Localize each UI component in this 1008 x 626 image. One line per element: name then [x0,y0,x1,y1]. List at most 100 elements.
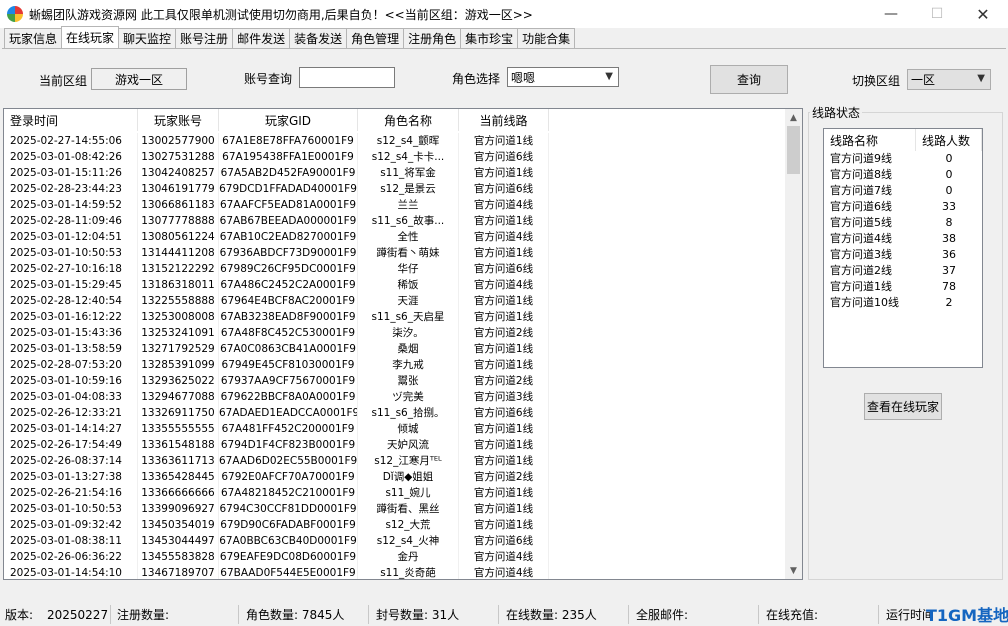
table-row[interactable]: 2025-02-26-17:54:49 13361548188 6794D1F4CF… [4,437,549,453]
column-header[interactable]: 当前线路 [459,109,549,131]
table-row[interactable]: 2025-03-01-12:04:51 13080561224 67AB10C2EA… [4,229,549,245]
list-item[interactable]: 官方问道1线 78 [824,279,982,295]
scroll-down-icon[interactable]: ▼ [785,562,802,579]
account-query-input[interactable] [299,67,395,88]
view-online-players-button[interactable]: 查看在线玩家 [864,393,942,420]
version-label: 版本: [5,608,34,622]
table-cell: 华仔 [358,261,459,277]
query-button[interactable]: 查询 [710,65,788,94]
table-cell: 2025-03-01-04:08:33 [4,389,138,405]
table-row[interactable]: 2025-03-01-15:43:36 13253241091 67A48F8C45… [4,325,549,341]
table-cell: 官方问道1线 [459,501,549,517]
close-button[interactable]: ✕ [960,0,1006,28]
table-cell: 2025-03-01-14:54:10 [4,565,138,579]
table-cell: 67A0C0863CB41A0001F9 [219,341,358,357]
table-row[interactable]: 2025-02-28-23:44:23 13046191779 679DCD1FFA… [4,181,549,197]
table-cell: 13042408257 [138,165,219,181]
maximize-button[interactable]: ☐ [914,0,960,28]
tab-7[interactable]: 注册角色 [403,28,462,48]
role-select-dropdown[interactable]: 嗯嗯 ▼ [507,67,619,87]
table-cell: 官方问道1线 [459,341,549,357]
table-row[interactable]: 2025-03-01-15:29:45 13186318011 67A486C245… [4,277,549,293]
table-cell: 官方问道6线 [459,181,549,197]
list-item[interactable]: 官方问道3线 36 [824,247,982,263]
table-cell: 13253008008 [138,309,219,325]
table-row[interactable]: 2025-02-27-10:16:18 13152122292 67989C26CF… [4,261,549,277]
table-row[interactable]: 2025-02-28-07:53:20 13285391099 67949E45CF… [4,357,549,373]
column-header[interactable]: 线路人数 [916,129,982,151]
table-row[interactable]: 2025-03-01-10:59:16 13293625022 67937AA9CF… [4,373,549,389]
table-row[interactable]: 2025-03-01-13:27:38 13365428445 6792E0AFCF… [4,469,549,485]
table-cell: 官方问道1线 [459,133,549,149]
scroll-up-icon[interactable]: ▲ [785,109,802,126]
current-zone-value: 游戏一区 [91,68,187,90]
table-row[interactable]: 2025-03-01-15:11:26 13042408257 67A5AB2D45… [4,165,549,181]
table-cell: 67936ABDCF73D90001F9 [219,245,358,261]
vertical-scrollbar[interactable]: ▲ ▼ [785,109,802,579]
table-row[interactable]: 2025-03-01-14:14:27 13355555555 67A481FF45… [4,421,549,437]
table-cell: 2025-02-27-14:55:06 [4,133,138,149]
list-item[interactable]: 官方问道9线 0 [824,151,982,167]
line-status-body: 官方问道9线 0 官方问道8线 0 官方问道7线 0 官方问道6线 33 官方问道5线 8 官方问道… [824,151,982,311]
table-header: 登录时间 玩家账号 玩家GID 角色名称 当前线路 [4,109,549,131]
table-row[interactable]: 2025-03-01-04:08:33 13294677088 679622BBCF… [4,389,549,405]
table-cell: 2025-02-28-12:40:54 [4,293,138,309]
status-divider [628,605,629,624]
table-row[interactable]: 2025-02-28-12:40:54 13225558888 67964E4BCF… [4,293,549,309]
line-name: 官方问道3线 [830,248,892,261]
list-item[interactable]: 官方问道8线 0 [824,167,982,183]
table-cell: 13293625022 [138,373,219,389]
column-header[interactable]: 角色名称 [358,109,459,131]
tab-5[interactable]: 装备发送 [289,28,348,48]
table-row[interactable]: 2025-03-01-08:42:26 13027531288 67A195438F… [4,149,549,165]
table-row[interactable]: 2025-03-01-13:58:59 13271792529 67A0C0863C… [4,341,549,357]
table-row[interactable]: 2025-02-26-08:37:14 13363611713 67AAD6D02E… [4,453,549,469]
tab-1[interactable]: 在线玩家 [61,26,120,48]
table-row[interactable]: 2025-03-01-14:59:52 13066861183 67AAFCF5EA… [4,197,549,213]
tab-6[interactable]: 角色管理 [346,28,405,48]
table-cell: 2025-03-01-08:38:11 [4,533,138,549]
list-item[interactable]: 官方问道6线 33 [824,199,982,215]
table-cell: 13027531288 [138,149,219,165]
line-count: 0 [945,168,953,181]
table-cell: 13253241091 [138,325,219,341]
line-status-table[interactable]: 线路名称 线路人数 官方问道9线 0 官方问道8线 0 官方问道7线 0 官方问道6线 33 官方… [823,128,983,368]
table-row[interactable]: 2025-02-26-12:33:21 13326911750 67ADAED1EA… [4,405,549,421]
minimize-button[interactable]: — [868,0,914,28]
table-cell: 柒汐。 [358,325,459,341]
scroll-thumb[interactable] [787,126,800,174]
tab-3[interactable]: 账号注册 [175,28,234,48]
tab-2[interactable]: 聊天监控 [118,28,177,48]
tab-9[interactable]: 功能合集 [517,28,576,48]
table-row[interactable]: 2025-02-26-21:54:16 13366666666 67A4821845… [4,485,549,501]
list-item[interactable]: 官方问道7线 0 [824,183,982,199]
list-item[interactable]: 官方问道10线 2 [824,295,982,311]
column-header[interactable]: 玩家GID [219,109,358,131]
list-item[interactable]: 官方问道4线 38 [824,231,982,247]
switch-zone-dropdown[interactable]: 一区 ▼ [907,69,991,90]
table-cell: 2025-03-01-13:58:59 [4,341,138,357]
table-row[interactable]: 2025-03-01-10:50:53 13144411208 67936ABDCF… [4,245,549,261]
table-cell: 13361548188 [138,437,219,453]
table-cell: 13186318011 [138,277,219,293]
column-header[interactable]: 线路名称 [824,129,916,151]
table-row[interactable]: 2025-02-26-06:36:22 13455583828 679EAFE9DC… [4,549,549,565]
tab-0[interactable]: 玩家信息 [4,28,63,48]
table-row[interactable]: 2025-03-01-09:32:42 13450354019 679D90C6FA… [4,517,549,533]
table-cell: 67937AA9CF75670001F9 [219,373,358,389]
table-row[interactable]: 2025-03-01-14:54:10 13467189707 67BAAD0F54… [4,565,549,579]
switch-zone-label: 切换区组 [852,74,901,88]
table-cell: 13355555555 [138,421,219,437]
tab-8[interactable]: 集市珍宝 [460,28,519,48]
table-row[interactable]: 2025-02-27-14:55:06 13002577900 67A1E8E78F… [4,133,549,149]
list-item[interactable]: 官方问道2线 37 [824,263,982,279]
table-row[interactable]: 2025-02-28-11:09:46 13077778888 67AB67BEEA… [4,213,549,229]
column-header[interactable]: 登录时间 [4,109,138,131]
column-header[interactable]: 玩家账号 [138,109,219,131]
table-row[interactable]: 2025-03-01-08:38:11 13453044497 67A0BBC63C… [4,533,549,549]
online-player-table[interactable]: 登录时间 玩家账号 玩家GID 角色名称 当前线路 2025-02-27-14:55:0… [3,108,803,580]
tab-4[interactable]: 邮件发送 [232,28,291,48]
table-row[interactable]: 2025-03-01-16:12:22 13253008008 67AB3238EA… [4,309,549,325]
table-row[interactable]: 2025-03-01-10:50:53 13399096927 6794C30CCF… [4,501,549,517]
list-item[interactable]: 官方问道5线 8 [824,215,982,231]
